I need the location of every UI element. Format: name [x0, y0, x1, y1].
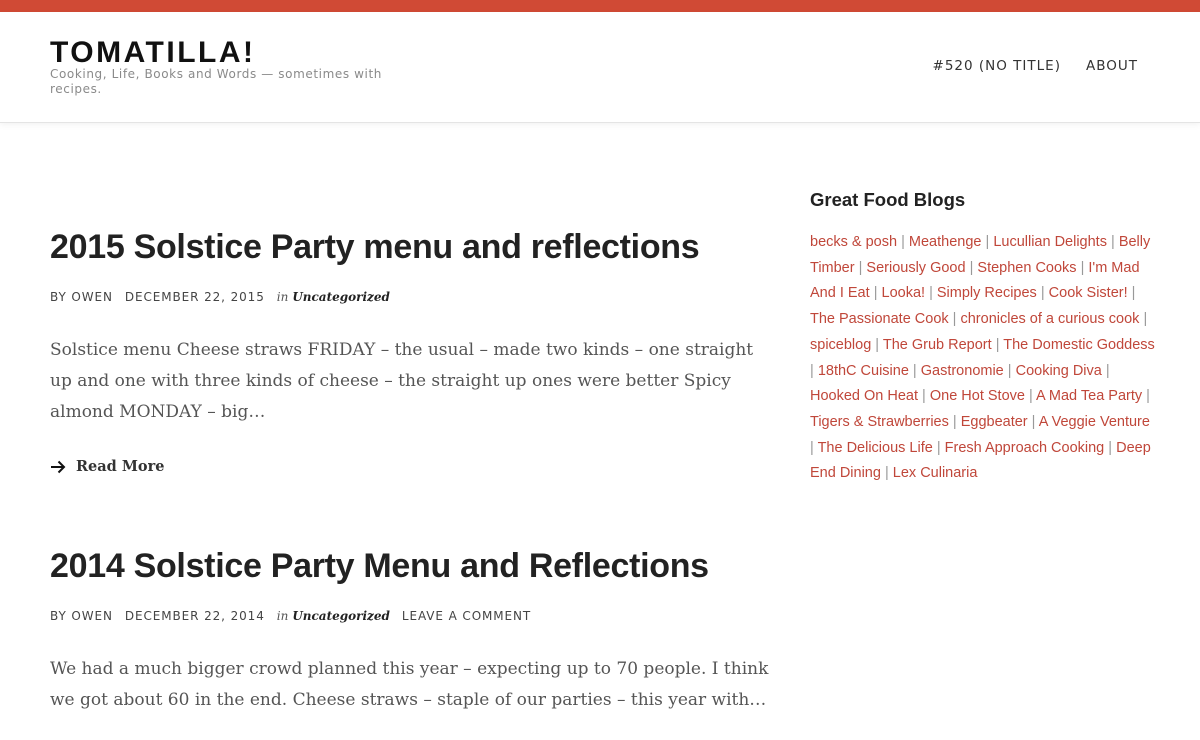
- site-title[interactable]: TOMATILLA!: [50, 36, 256, 70]
- blogroll-separator: |: [936, 439, 941, 456]
- blogroll-link[interactable]: Lucullian Delights: [993, 234, 1107, 250]
- blogroll: becks & posh | Meathenge | Lucullian Del…: [810, 230, 1155, 487]
- blogroll-separator: |: [922, 388, 926, 405]
- blogroll-separator: |: [985, 234, 990, 250]
- blogroll-separator: |: [1105, 362, 1110, 379]
- blogroll-link[interactable]: 18thC Cuisine: [818, 363, 909, 379]
- blogroll-separator: |: [1007, 362, 1012, 379]
- blogroll-link[interactable]: The Domestic Goddess: [1003, 337, 1155, 353]
- blogroll-separator: |: [952, 413, 957, 430]
- blogroll-separator: |: [858, 259, 863, 276]
- blogroll-link[interactable]: Looka!: [882, 285, 926, 301]
- nav-link-no-title[interactable]: #520 (NO TITLE): [933, 58, 1061, 74]
- site-tagline: Cooking, Life, Books and Words — sometim…: [50, 67, 383, 96]
- blogroll-link[interactable]: Meathenge: [909, 234, 982, 250]
- blogroll-separator: |: [1143, 311, 1148, 328]
- blogroll-link[interactable]: Seriously Good: [866, 260, 965, 276]
- top-accent-strip: [0, 0, 1200, 12]
- blogroll-link[interactable]: Eggbeater: [961, 414, 1028, 430]
- blogroll-separator: |: [1108, 439, 1113, 456]
- post-meta: BY OWEN DECEMBER 22, 2015 in Uncategoriz…: [50, 289, 770, 305]
- read-more-link[interactable]: Read More: [50, 458, 770, 475]
- blogroll-link[interactable]: Tigers & Strawberries: [810, 414, 949, 430]
- blogroll-link[interactable]: chronicles of a curious cook: [960, 311, 1139, 327]
- widget-title: Great Food Blogs: [810, 189, 966, 210]
- site-header: TOMATILLA! Cooking, Life, Books and Word…: [0, 12, 1200, 123]
- blogroll-separator: |: [912, 362, 917, 379]
- blogroll-link[interactable]: One Hot Stove: [930, 388, 1025, 404]
- category-prefix: in: [276, 290, 289, 304]
- post-title[interactable]: 2015 Solstice Party menu and reflections: [50, 227, 770, 267]
- blogroll-link[interactable]: The Grub Report: [883, 337, 992, 353]
- post-excerpt: We had a much bigger crowd planned this …: [50, 659, 769, 710]
- blogroll-separator: |: [875, 336, 880, 353]
- post-2015: 2015 Solstice Party menu and reflections…: [50, 227, 770, 475]
- blogroll-separator: |: [1080, 259, 1085, 276]
- blogroll-separator: |: [884, 465, 889, 482]
- blogroll-separator: |: [1031, 413, 1036, 430]
- post-excerpt: Solstice menu Cheese straws FRIDAY – the…: [50, 340, 754, 422]
- blogroll-link[interactable]: Lex Culinaria: [893, 465, 978, 481]
- blogroll-separator: |: [810, 362, 814, 379]
- blogroll-separator: |: [969, 259, 974, 276]
- blogroll-separator: |: [1040, 285, 1045, 302]
- blogroll-separator: |: [1029, 388, 1033, 405]
- main-nav: #520 (NO TITLE) ABOUT: [933, 58, 1138, 74]
- blogroll-link[interactable]: Cooking Diva: [1016, 363, 1102, 379]
- blogroll-separator: |: [1146, 388, 1150, 405]
- blogroll-link[interactable]: Hooked On Heat: [810, 388, 918, 404]
- blogroll-separator: |: [1131, 285, 1136, 302]
- blogroll-link[interactable]: Fresh Approach Cooking: [945, 440, 1105, 456]
- blogroll-link[interactable]: spiceblog: [810, 337, 871, 353]
- post-2014: 2014 Solstice Party Menu and Reflections…: [50, 546, 770, 716]
- blogroll-link[interactable]: Gastronomie: [921, 363, 1004, 379]
- blogroll-link[interactable]: Cook Sister!: [1049, 285, 1128, 301]
- arrow-right-icon: [50, 460, 66, 474]
- post-title[interactable]: 2014 Solstice Party Menu and Reflections: [50, 546, 770, 586]
- blogroll-link[interactable]: Stephen Cooks: [977, 260, 1076, 276]
- blogroll-link[interactable]: A Mad Tea Party: [1036, 388, 1142, 404]
- blogroll-separator: |: [873, 285, 878, 302]
- post-date[interactable]: DECEMBER 22, 2015: [125, 289, 265, 305]
- blogroll-separator: |: [810, 439, 814, 456]
- blogroll-link[interactable]: Simply Recipes: [937, 285, 1037, 301]
- blogroll-separator: |: [1111, 234, 1115, 250]
- post-category-link[interactable]: Uncategorized: [292, 608, 390, 624]
- post-meta: BY OWEN DECEMBER 22, 2014 in Uncategoriz…: [50, 608, 770, 624]
- nav-link-about[interactable]: ABOUT: [1086, 58, 1138, 74]
- blogroll-separator: |: [952, 311, 957, 328]
- blogroll-separator: |: [995, 336, 1000, 353]
- blogroll-separator: |: [901, 234, 905, 250]
- post-date[interactable]: DECEMBER 22, 2014: [125, 608, 265, 624]
- blogroll-link[interactable]: A Veggie Venture: [1039, 414, 1150, 430]
- blogroll-link[interactable]: The Passionate Cook: [810, 311, 949, 327]
- read-more-label: Read More: [76, 458, 165, 475]
- sidebar: Great Food Blogs becks & posh | Meatheng…: [810, 188, 1155, 487]
- blogroll-separator: |: [929, 285, 933, 302]
- post-category-link[interactable]: Uncategorized: [292, 289, 390, 305]
- post-author[interactable]: BY OWEN: [50, 289, 113, 305]
- blogroll-link[interactable]: becks & posh: [810, 234, 897, 250]
- blogroll-link[interactable]: The Delicious Life: [818, 440, 933, 456]
- leave-comment-link[interactable]: LEAVE A COMMENT: [402, 608, 531, 624]
- category-prefix: in: [276, 609, 289, 623]
- post-author[interactable]: BY OWEN: [50, 608, 113, 624]
